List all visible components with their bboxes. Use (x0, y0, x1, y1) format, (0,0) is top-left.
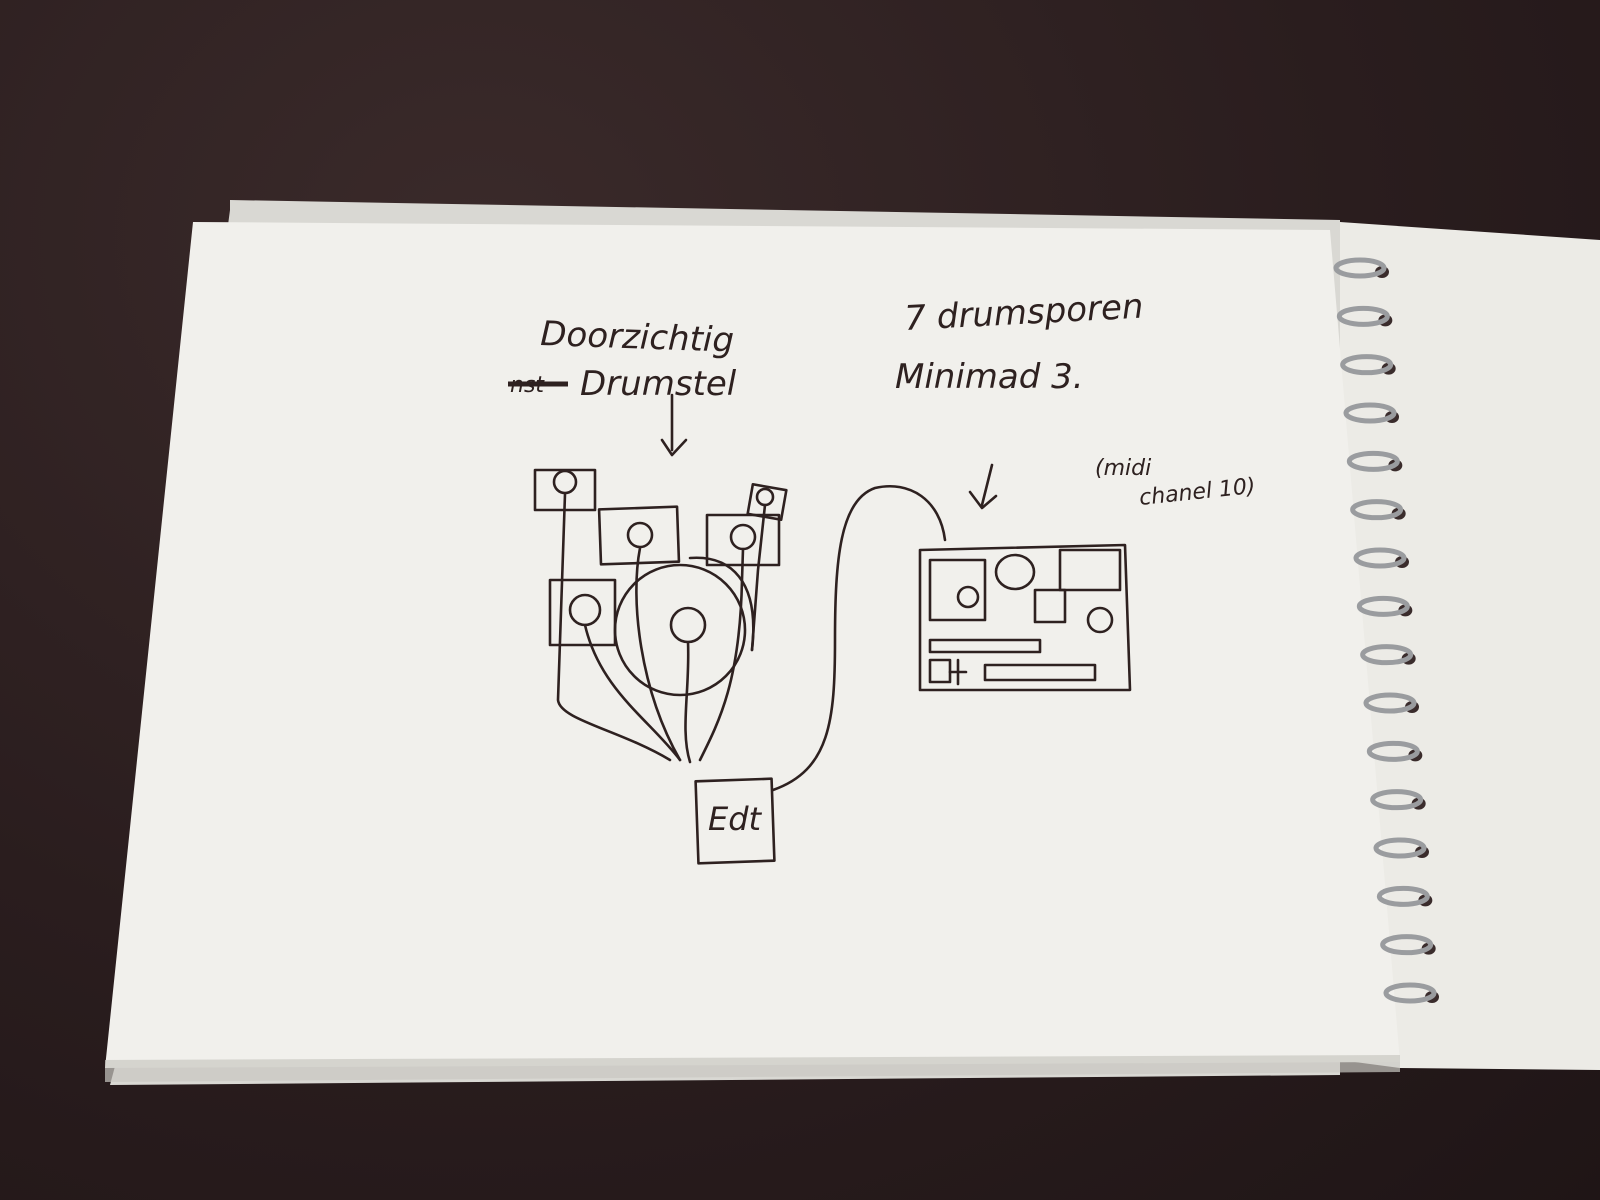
label-edt: Edt (708, 800, 763, 838)
notebook-photo: Doorzichtig nst Drumstel 7 drumsporen Mi… (105, 200, 1600, 1085)
label-minimad: Minimad 3. (895, 357, 1084, 397)
label-doorzichtig: Doorzichtig (540, 314, 735, 361)
label-midi-line1: (midi (1095, 456, 1151, 481)
label-drumstel: Drumstel (580, 364, 737, 404)
